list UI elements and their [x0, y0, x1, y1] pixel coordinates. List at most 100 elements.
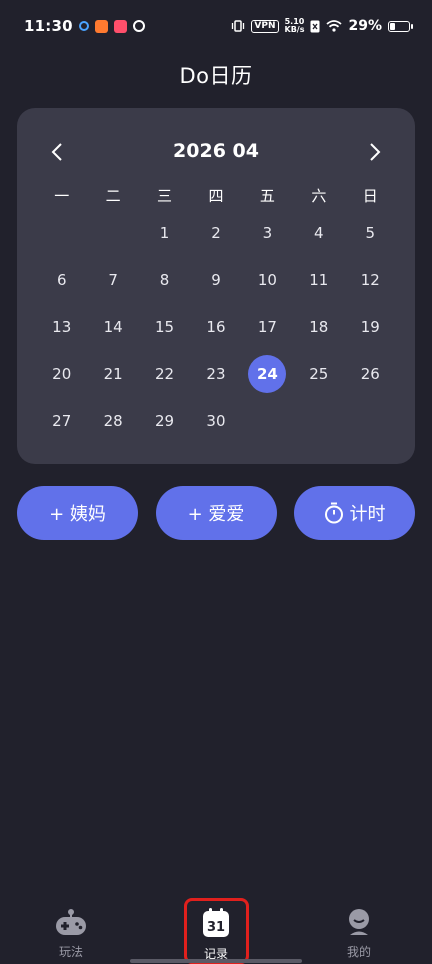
calendar-day[interactable]: 7	[87, 261, 138, 299]
add-period-button[interactable]: + 姨妈	[17, 486, 138, 540]
profile-icon	[349, 909, 369, 935]
timer-label: 计时	[349, 504, 386, 525]
calendar-card: 2026 04 一 二 三 四 五 六 日 1 2 3 4 5 6 7 8 9 10 11 12 13 1…	[17, 108, 415, 464]
calendar-day[interactable]: 24	[242, 355, 293, 393]
weekday-label: 五	[259, 187, 275, 205]
calendar-day[interactable]: 3	[242, 214, 293, 252]
bottom-nav: 玩法 31 记录 我的	[0, 900, 432, 964]
calendar-day[interactable]: 11	[293, 261, 344, 299]
calendar-day-number: 16	[206, 318, 226, 336]
nav-label-mine: 我的	[346, 945, 371, 959]
calendar-day[interactable]: 6	[36, 261, 87, 299]
calendar-day-number: 22	[155, 365, 175, 383]
calendar-day-number: 24	[248, 355, 287, 393]
calendar-day-number: 23	[206, 365, 226, 383]
nav-label-play: 玩法	[58, 945, 83, 959]
vibrate-icon	[232, 20, 245, 32]
calendar-day[interactable]: 28	[87, 402, 138, 440]
calendar-empty-cell	[36, 214, 87, 252]
calendar-day[interactable]: 26	[345, 355, 396, 393]
calendar-day[interactable]: 5	[345, 214, 396, 252]
calendar-week-row: 6 7 8 9 10 11 12	[36, 261, 396, 299]
calendar-day[interactable]: 10	[242, 261, 293, 299]
calendar-day[interactable]: 16	[190, 308, 241, 346]
network-speed: 5.10 KB/s	[285, 18, 305, 34]
calendar-day[interactable]: 30	[190, 402, 241, 440]
calendar-day-number: 21	[103, 365, 123, 383]
calendar-31-icon: 31	[203, 908, 229, 937]
weekday-label: 日	[362, 187, 378, 205]
calendar-day[interactable]: 13	[36, 308, 87, 346]
calendar-empty-cell	[293, 402, 344, 440]
page-title: Do日历	[179, 64, 253, 88]
status-time: 11:30	[24, 17, 73, 35]
calendar-day[interactable]: 20	[36, 355, 87, 393]
speed-unit: KB/s	[284, 25, 305, 34]
calendar-day[interactable]: 19	[345, 308, 396, 346]
calendar-day-number: 18	[309, 318, 329, 336]
calendar-day[interactable]: 27	[36, 402, 87, 440]
nav-item-record[interactable]: 31 记录	[176, 908, 256, 962]
weekday-label: 四	[208, 187, 224, 205]
gamepad-icon	[56, 909, 86, 935]
calendar-day-number: 29	[155, 412, 175, 430]
calendar-day-number: 25	[309, 365, 329, 383]
add-love-button[interactable]: + 爱爱	[155, 486, 277, 540]
stopwatch-icon	[324, 502, 343, 524]
calendar-day-number: 4	[314, 224, 324, 242]
nav-item-play[interactable]: 玩法	[31, 908, 111, 960]
add-period-label: + 姨妈	[49, 504, 106, 525]
calendar-day-number: 27	[52, 412, 72, 430]
weekday-label: 六	[311, 187, 327, 205]
nav-item-mine[interactable]: 我的	[319, 908, 399, 960]
calendar-day[interactable]: 29	[139, 402, 190, 440]
action-buttons: + 姨妈 + 爱爱 计时	[17, 486, 415, 540]
calendar-day[interactable]: 1	[139, 214, 190, 252]
calendar-day[interactable]: 22	[139, 355, 190, 393]
app-notification-icon	[132, 20, 145, 32]
calendar-day[interactable]: 9	[190, 261, 241, 299]
calendar-day-number: 19	[360, 318, 380, 336]
calendar-day[interactable]: 17	[242, 308, 293, 346]
calendar-day[interactable]: 15	[139, 308, 190, 346]
calendar-day-number: 9	[211, 271, 221, 289]
app-notification-icon	[78, 21, 89, 31]
calendar-day-number: 12	[360, 271, 380, 289]
wifi-icon	[326, 20, 343, 32]
calendar-week-row: 27 28 29 30	[36, 402, 396, 440]
calendar-day[interactable]: 23	[190, 355, 241, 393]
calendar-day-number: 14	[103, 318, 123, 336]
calendar-day[interactable]: 4	[293, 214, 344, 252]
calendar-day[interactable]: 18	[293, 308, 344, 346]
battery-icon	[388, 20, 413, 32]
status-right: VPN 5.10 KB/s 29%	[231, 18, 413, 34]
calendar-day[interactable]: 21	[87, 355, 138, 393]
calendar-day-number: 3	[262, 224, 273, 242]
calendar-header: 2026 04	[17, 138, 415, 166]
calendar-day-number: 30	[206, 412, 226, 430]
app-notification-icon	[94, 19, 108, 33]
calendar-empty-cell	[87, 214, 138, 252]
calendar-empty-cell	[345, 402, 396, 440]
next-month-button[interactable]	[361, 138, 389, 166]
calendar-day-number: 20	[52, 365, 72, 383]
calendar-day[interactable]: 8	[139, 261, 190, 299]
calendar-icon-number: 31	[207, 920, 225, 935]
calendar-week-row: 13 14 15 16 17 18 19	[36, 308, 396, 346]
calendar-day[interactable]: 25	[293, 355, 344, 393]
calendar-day-number: 11	[309, 271, 329, 289]
chevron-right-icon	[370, 143, 381, 161]
calendar-day-number: 1	[159, 224, 170, 242]
calendar-day[interactable]: 2	[190, 214, 241, 252]
timer-button[interactable]: 计时	[294, 486, 415, 540]
app-notification-icon	[113, 19, 127, 33]
calendar-week-row: 1 2 3 4 5	[36, 214, 396, 252]
battery-percent: 29%	[348, 18, 382, 34]
calendar-day-number: 26	[360, 365, 380, 383]
add-love-label: + 爱爱	[187, 504, 245, 525]
calendar-day-number: 7	[108, 271, 118, 289]
calendar-day[interactable]: 14	[87, 308, 138, 346]
calendar-day[interactable]: 12	[345, 261, 396, 299]
calendar-day-number: 10	[257, 271, 277, 289]
home-indicator	[130, 959, 302, 963]
